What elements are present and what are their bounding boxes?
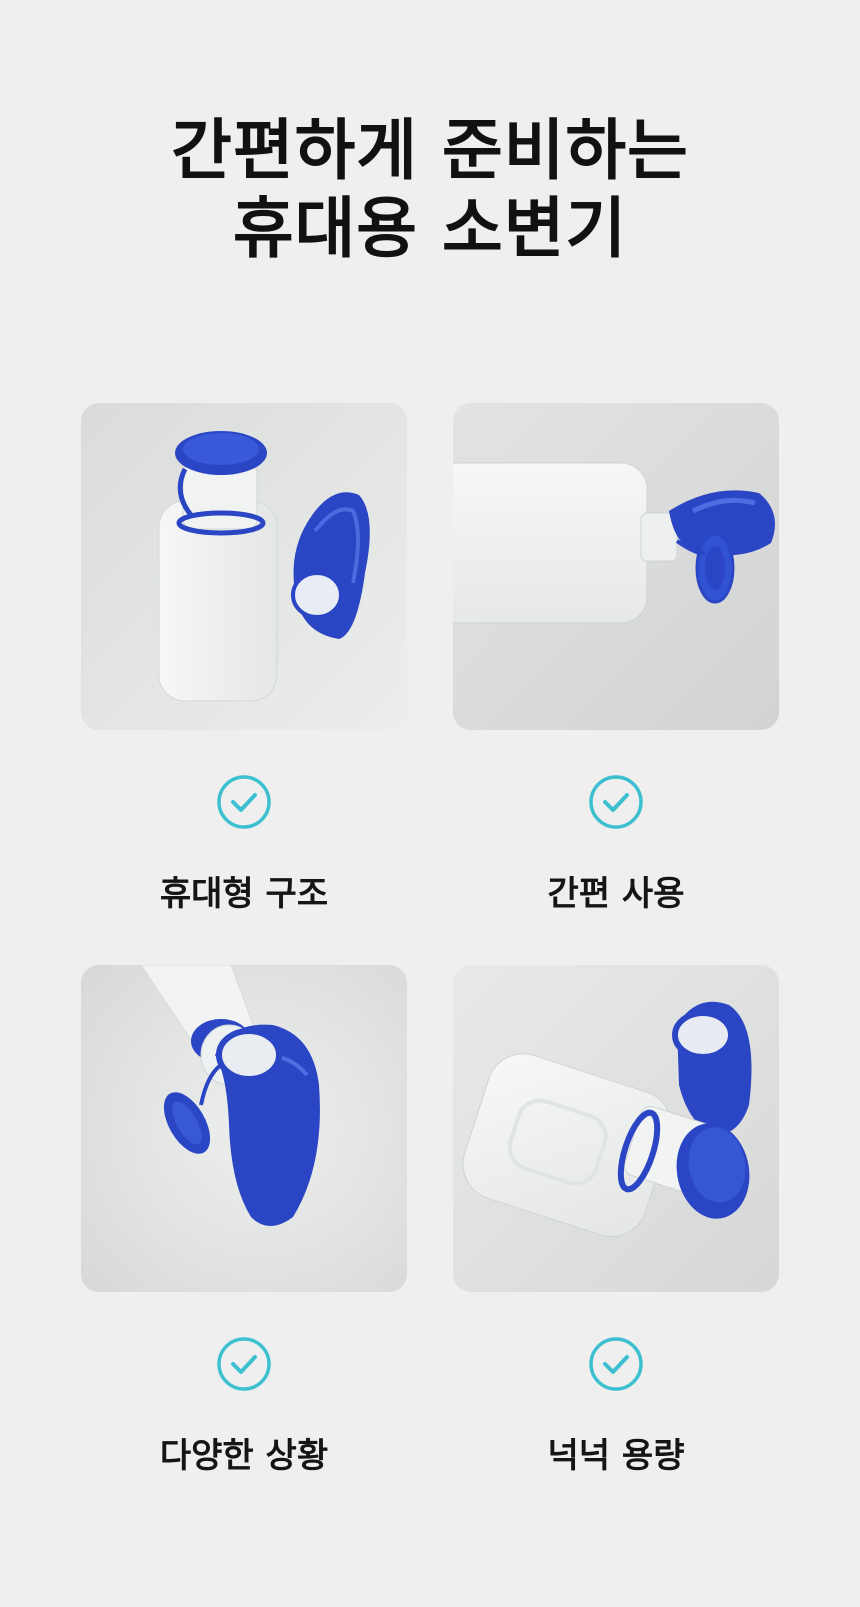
product-photo-various-situations bbox=[81, 965, 407, 1292]
check-circle-icon bbox=[216, 774, 272, 830]
title-line-2: 휴대용 소변기 bbox=[232, 190, 628, 267]
check-circle-icon bbox=[216, 1336, 272, 1392]
feature-label-various-situations: 다양한 상황 bbox=[159, 1436, 329, 1476]
product-photo-large-capacity bbox=[453, 965, 779, 1292]
check-circle-icon bbox=[588, 1336, 644, 1392]
title-line-1: 간편하게 준비하는 bbox=[171, 112, 689, 189]
product-photo-easy-use bbox=[453, 403, 779, 730]
feature-label-easy-use: 간편 사용 bbox=[547, 874, 685, 914]
check-circle-icon bbox=[588, 774, 644, 830]
urinal-funnel-closeup-photo bbox=[81, 965, 407, 1292]
urinal-bottle-with-funnel-photo bbox=[81, 403, 407, 730]
urinal-bottle-lying-photo bbox=[453, 403, 779, 730]
feature-label-large-capacity: 넉넉 용량 bbox=[547, 1436, 685, 1476]
product-photo-portable-structure bbox=[81, 403, 407, 730]
urinal-bottle-with-cap-photo bbox=[453, 965, 779, 1292]
page-title: 간편하게 준비하는 휴대용 소변기 bbox=[0, 112, 860, 268]
feature-label-portable: 휴대형 구조 bbox=[159, 874, 329, 914]
